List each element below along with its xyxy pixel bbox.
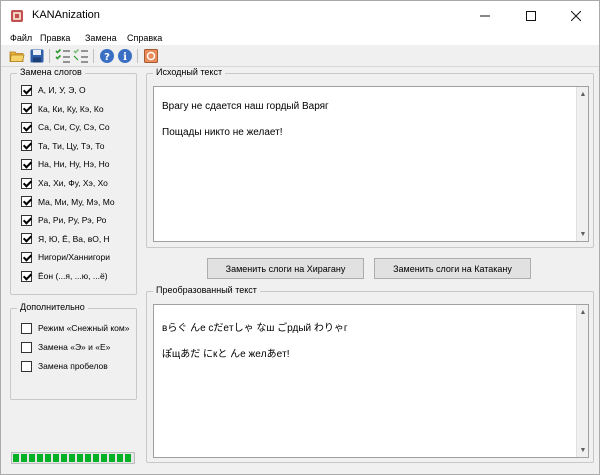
syllable-checkbox-label: На, Ни, Ну, Нэ, Но (38, 159, 110, 170)
scroll-down-icon[interactable]: ▼ (577, 444, 588, 456)
close-icon (571, 11, 581, 21)
progress-fill (13, 454, 133, 462)
syllable-checkbox-label: Ёон (...я, ...ю, ...ё) (38, 271, 108, 281)
syllables-group-title: Замена слогов (17, 67, 85, 77)
toolbar-separator (49, 49, 50, 63)
syllable-checkbox-label: А, И, У, Э, О (38, 85, 86, 95)
scroll-down-icon[interactable]: ▼ (577, 228, 588, 240)
extra-option-checkbox-label: Замена пробелов (38, 361, 108, 371)
close-button[interactable] (553, 1, 599, 31)
syllable-checkbox-label: Ка, Ки, Ку, Кэ, Ко (38, 103, 104, 114)
window-title: KANAnization (32, 9, 100, 21)
syllable-checkbox-label: Са, Си, Су, Сэ, Со (38, 122, 110, 133)
menu-file[interactable]: Файл (10, 31, 32, 45)
menu-bar: Файл Правка Замена Справка (1, 31, 599, 45)
result-scrollbar[interactable]: ▲ ▼ (576, 305, 588, 457)
syllable-checkbox[interactable] (21, 177, 32, 189)
extra-option-checkbox[interactable] (21, 322, 32, 334)
syllable-checkbox[interactable] (21, 251, 32, 263)
svg-text:i: i (123, 52, 127, 63)
result-text-output[interactable]: вらぐ んe cだeтしゃ なш ごрдый わりゃг ぽщあだ にкと んe … (153, 304, 589, 458)
save-disk-icon[interactable] (29, 48, 45, 64)
syllable-checkbox-label: Ха, Хи, Фу, Хэ, Хо (38, 178, 108, 188)
menu-help[interactable]: Справка (127, 31, 162, 45)
app-icon (11, 10, 23, 22)
uncheck-all-icon[interactable] (73, 48, 89, 64)
info-icon[interactable]: i (117, 48, 133, 64)
source-text-line: Пощады никто не желает! (162, 127, 283, 138)
help-icon[interactable]: ? (99, 48, 115, 64)
syllable-checkbox[interactable] (21, 270, 32, 282)
result-text-line: вらぐ んe cだeтしゃ なш ごрдый わりゃг (162, 323, 348, 334)
toolbar: ? i (1, 45, 599, 67)
toolbar-separator (137, 49, 138, 63)
syllable-checkbox-label: Ма, Ми, Му, Мэ, Мо (38, 196, 115, 207)
result-text-line: ぽщあだ にкと んe жeлあeт! (162, 349, 290, 360)
extra-option-checkbox-label: Замена «Э» и «Е» (38, 342, 111, 352)
syllable-checkbox-label: Та, Ти, Цу, Тэ, То (38, 140, 105, 151)
source-scrollbar[interactable]: ▲ ▼ (576, 87, 588, 241)
syllable-checkbox-row[interactable]: Ма, Ми, Му, Мэ, Мо (21, 196, 115, 208)
syllable-checkbox-row[interactable]: Ёон (...я, ...ю, ...ё) (21, 270, 108, 282)
maximize-button[interactable] (508, 1, 554, 31)
title-bar[interactable]: KANAnization (1, 1, 599, 31)
syllable-checkbox[interactable] (21, 196, 32, 208)
progress-bar (11, 452, 135, 464)
syllable-checkbox-row[interactable]: Нигори/Ханнигори (21, 251, 110, 263)
extra-options-group-title: Дополнительно (17, 302, 88, 312)
syllable-checkbox[interactable] (21, 121, 32, 133)
syllable-checkbox-row[interactable]: Ка, Ки, Ку, Кэ, Ко (21, 103, 104, 115)
toolbar-separator (93, 49, 94, 63)
menu-replace[interactable]: Замена (85, 31, 117, 45)
svg-text:?: ? (104, 52, 110, 63)
extra-option-checkbox[interactable] (21, 360, 32, 372)
extra-options-group: Дополнительно Режим «Снежный ком» Замена … (10, 302, 137, 400)
menu-edit[interactable]: Правка (40, 31, 70, 45)
syllable-checkbox[interactable] (21, 140, 32, 152)
syllable-checkbox-row[interactable]: Я, Ю, Ё, Ва, вО, Н (21, 233, 110, 245)
app-window: KANAnization Файл Правка Замена Справка (0, 0, 600, 475)
syllable-checkbox[interactable] (21, 158, 32, 170)
syllable-checkbox[interactable] (21, 233, 32, 245)
check-all-icon[interactable] (55, 48, 71, 64)
extra-option-checkbox-row[interactable]: Замена «Э» и «Е» (21, 341, 110, 353)
to-hiragana-button[interactable]: Заменить слоги на Хирагану (207, 258, 364, 279)
syllable-checkbox-label: Ра, Ри, Ру, Рэ, Ро (38, 215, 107, 226)
scroll-up-icon[interactable]: ▲ (577, 306, 588, 318)
source-text-line: Врагу не сдается наш гордый Варяг (162, 101, 329, 112)
syllables-group: Замена слогов А, И, У, Э, О Ка, Ки, Ку, К… (10, 67, 137, 295)
syllable-checkbox-row[interactable]: Та, Ти, Цу, Тэ, То (21, 140, 104, 152)
syllable-checkbox[interactable] (21, 103, 32, 115)
minimize-button[interactable] (462, 1, 508, 31)
source-text-input[interactable]: Врагу не сдается наш гордый Варяг Пощады… (153, 86, 589, 242)
open-folder-icon[interactable] (9, 48, 25, 64)
syllable-checkbox-row[interactable]: Са, Си, Су, Сэ, Со (21, 121, 110, 133)
exit-icon[interactable] (143, 48, 159, 64)
syllable-checkbox-label: Я, Ю, Ё, Ва, вО, Н (38, 233, 110, 244)
scroll-up-icon[interactable]: ▲ (577, 88, 588, 100)
syllable-checkbox-label: Нигори/Ханнигори (38, 252, 111, 263)
minimize-icon (480, 15, 490, 17)
syllable-checkbox[interactable] (21, 84, 32, 96)
extra-option-checkbox-row[interactable]: Замена пробелов (21, 360, 108, 372)
extra-option-checkbox-row[interactable]: Режим «Снежный ком» (21, 322, 129, 334)
syllable-checkbox[interactable] (21, 214, 32, 226)
extra-option-checkbox-label: Режим «Снежный ком» (38, 323, 130, 333)
source-text-group: Исходный текст Врагу не сдается наш горд… (146, 67, 594, 248)
to-katakana-button[interactable]: Заменить слоги на Катакану (374, 258, 531, 279)
syllable-checkbox-row[interactable]: На, Ни, Ну, Нэ, Но (21, 158, 110, 170)
result-text-title: Преобразованный текст (153, 285, 260, 295)
extra-option-checkbox[interactable] (21, 341, 32, 353)
result-text-group: Преобразованный текст вらぐ んe cだeтしゃ なш ご… (146, 285, 594, 463)
syllable-checkbox-row[interactable]: Ха, Хи, Фу, Хэ, Хо (21, 177, 108, 189)
maximize-icon (526, 11, 536, 21)
source-text-title: Исходный текст (153, 67, 226, 77)
syllable-checkbox-row[interactable]: Ра, Ри, Ру, Рэ, Ро (21, 214, 106, 226)
syllable-checkbox-row[interactable]: А, И, У, Э, О (21, 84, 86, 96)
